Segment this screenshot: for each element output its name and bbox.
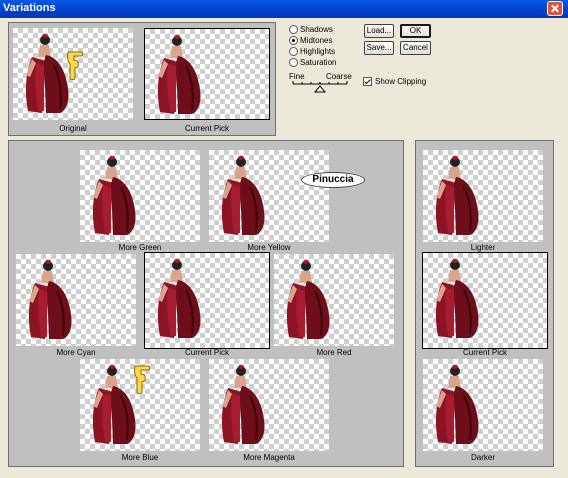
radio-highlights[interactable]: [289, 47, 298, 56]
figure-image: [148, 256, 206, 340]
more-magenta-label: More Magenta: [243, 453, 295, 462]
cancel-button[interactable]: Cancel: [400, 41, 431, 55]
more-yellow-label: More Yellow: [247, 243, 291, 252]
radio-midtones[interactable]: [289, 36, 298, 45]
figure-image: [148, 32, 206, 116]
midtones-label: Midtones: [300, 36, 333, 45]
watermark-badge: Pinuccia: [301, 172, 365, 188]
load-button[interactable]: Load...: [364, 24, 394, 38]
more-green-thumbnail[interactable]: [80, 150, 200, 242]
shadows-label: Shadows: [300, 25, 333, 34]
brightness-panel: Lighter Current Pick Darker: [415, 140, 554, 467]
more-red-label: More Red: [316, 348, 352, 357]
figure-image: [212, 362, 270, 446]
current-pick-thumbnail: [144, 28, 270, 120]
color-variations-panel: More Green More Yellow More Cyan Current…: [8, 140, 404, 467]
lighter-thumbnail[interactable]: [423, 150, 543, 242]
lighter-label: Lighter: [470, 243, 496, 252]
figure-image: [426, 256, 484, 340]
title-bar: Variations: [0, 0, 568, 18]
pointing-hand-icon: [67, 51, 83, 80]
save-button[interactable]: Save...: [364, 41, 394, 55]
more-green-label: More Green: [118, 243, 162, 252]
slider-thumb: [313, 85, 327, 93]
highlights-label: Highlights: [300, 47, 336, 56]
original-thumbnail: [13, 28, 133, 120]
show-clipping-checkbox[interactable]: [363, 77, 372, 86]
show-clipping-label: Show Clipping: [375, 77, 427, 86]
current-pick-label: Current Pick: [184, 124, 229, 133]
pointing-hand-icon: [134, 365, 150, 394]
radio-shadows[interactable]: [289, 25, 298, 34]
window-title: Variations: [3, 2, 56, 14]
figure-image: [83, 153, 141, 237]
saturation-label: Saturation: [300, 58, 337, 67]
figure-image: [277, 257, 335, 341]
figure-image: [212, 153, 270, 237]
darker-thumbnail[interactable]: [423, 359, 543, 451]
preview-panel: Original Current Pick: [8, 22, 276, 136]
more-cyan-thumbnail[interactable]: [16, 254, 136, 346]
figure-image: [426, 153, 484, 237]
more-cyan-label: More Cyan: [56, 348, 96, 357]
more-blue-label: More Blue: [121, 453, 159, 462]
brightness-current-pick-thumbnail[interactable]: [422, 252, 548, 349]
brightness-current-pick-label: Current Pick: [462, 348, 507, 357]
more-magenta-thumbnail[interactable]: [209, 359, 329, 451]
original-label: Original: [59, 124, 87, 133]
close-icon[interactable]: [547, 1, 563, 16]
center-current-pick-label: Current Pick: [184, 348, 229, 357]
darker-label: Darker: [470, 453, 495, 462]
more-red-thumbnail[interactable]: [274, 254, 394, 346]
figure-image: [426, 362, 484, 446]
more-yellow-thumbnail[interactable]: [209, 150, 329, 242]
fine-coarse-slider[interactable]: [292, 80, 352, 94]
figure-image: [19, 257, 77, 341]
ok-button[interactable]: OK: [400, 24, 431, 38]
more-blue-thumbnail[interactable]: [80, 359, 200, 451]
radio-saturation[interactable]: [289, 58, 298, 67]
center-current-pick-thumbnail[interactable]: [144, 252, 270, 349]
